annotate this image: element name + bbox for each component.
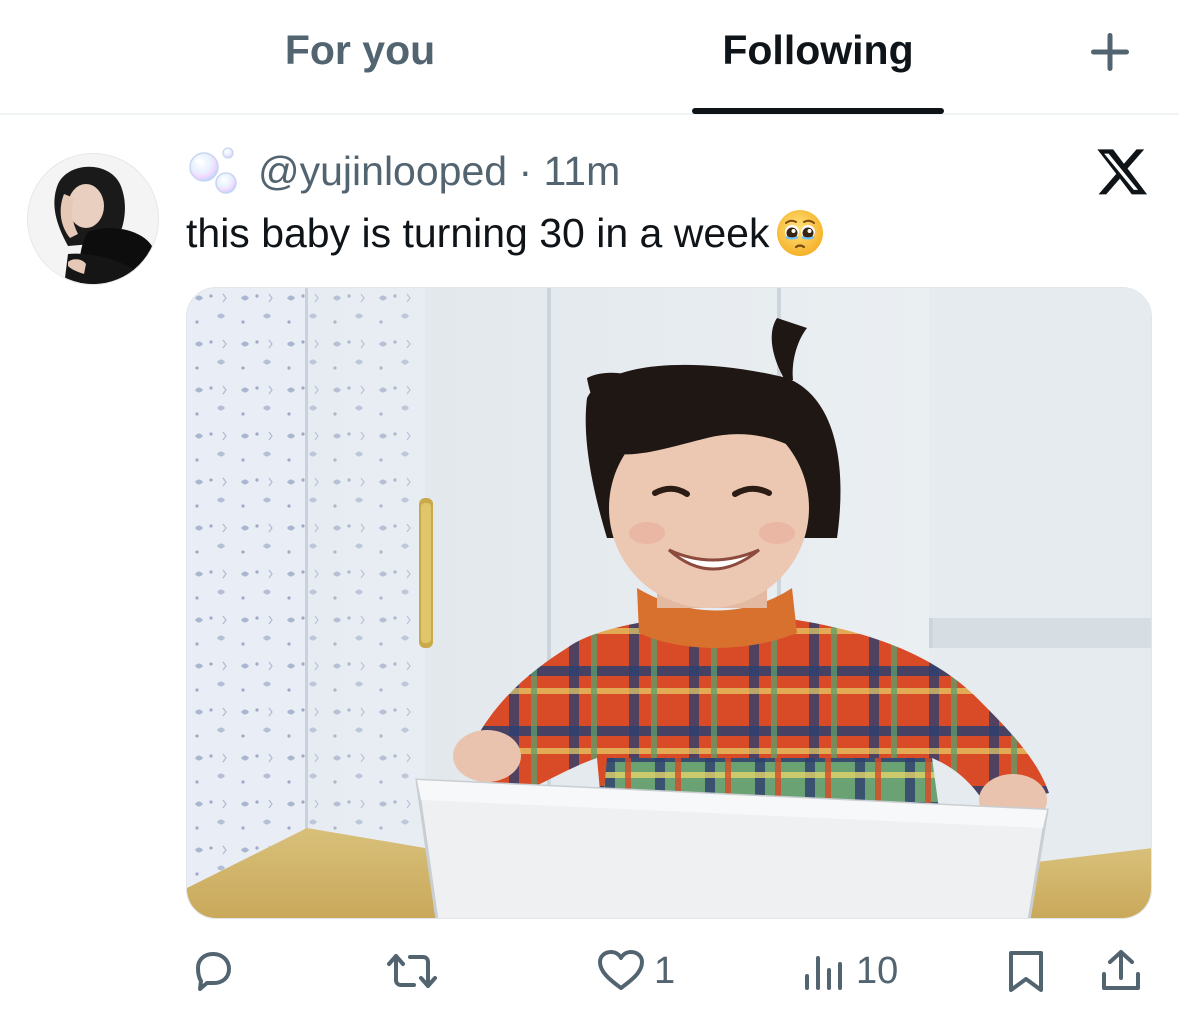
- like-count: 1: [654, 950, 676, 992]
- tweet-photo[interactable]: [186, 287, 1152, 919]
- reply-button[interactable]: [190, 946, 236, 996]
- like-button[interactable]: 1: [596, 946, 675, 996]
- tweet-text: this baby is turning 30 in a week: [186, 206, 825, 260]
- share-icon: [1098, 948, 1144, 994]
- x-logo-icon: [1094, 148, 1148, 198]
- tab-for-you[interactable]: For you: [260, 24, 460, 76]
- timeline-tab-bar: For you Following: [0, 0, 1179, 115]
- plus-icon[interactable]: [1088, 30, 1132, 74]
- avatar[interactable]: [27, 153, 159, 285]
- heart-icon: [596, 948, 646, 994]
- views-button[interactable]: 10: [802, 946, 898, 996]
- bubbles-icon: [186, 145, 244, 195]
- separator: ·: [518, 148, 533, 194]
- views-icon: [802, 948, 848, 994]
- tab-following[interactable]: Following: [690, 24, 946, 76]
- share-button[interactable]: [1098, 946, 1144, 996]
- repost-icon: [386, 948, 438, 994]
- tweet-header: @yujinlooped · 11m: [258, 146, 620, 196]
- repost-button[interactable]: [386, 946, 438, 996]
- pleading-face-emoji: [775, 208, 825, 258]
- bookmark-icon: [1004, 948, 1048, 994]
- active-tab-indicator: [692, 108, 944, 114]
- reply-icon: [190, 948, 236, 994]
- tweet-time[interactable]: 11m: [544, 148, 621, 194]
- author-handle[interactable]: @yujinlooped: [258, 148, 507, 194]
- views-count: 10: [856, 950, 899, 992]
- bookmark-button[interactable]: [1004, 946, 1048, 996]
- tweet-body: this baby is turning 30 in a week: [186, 210, 770, 256]
